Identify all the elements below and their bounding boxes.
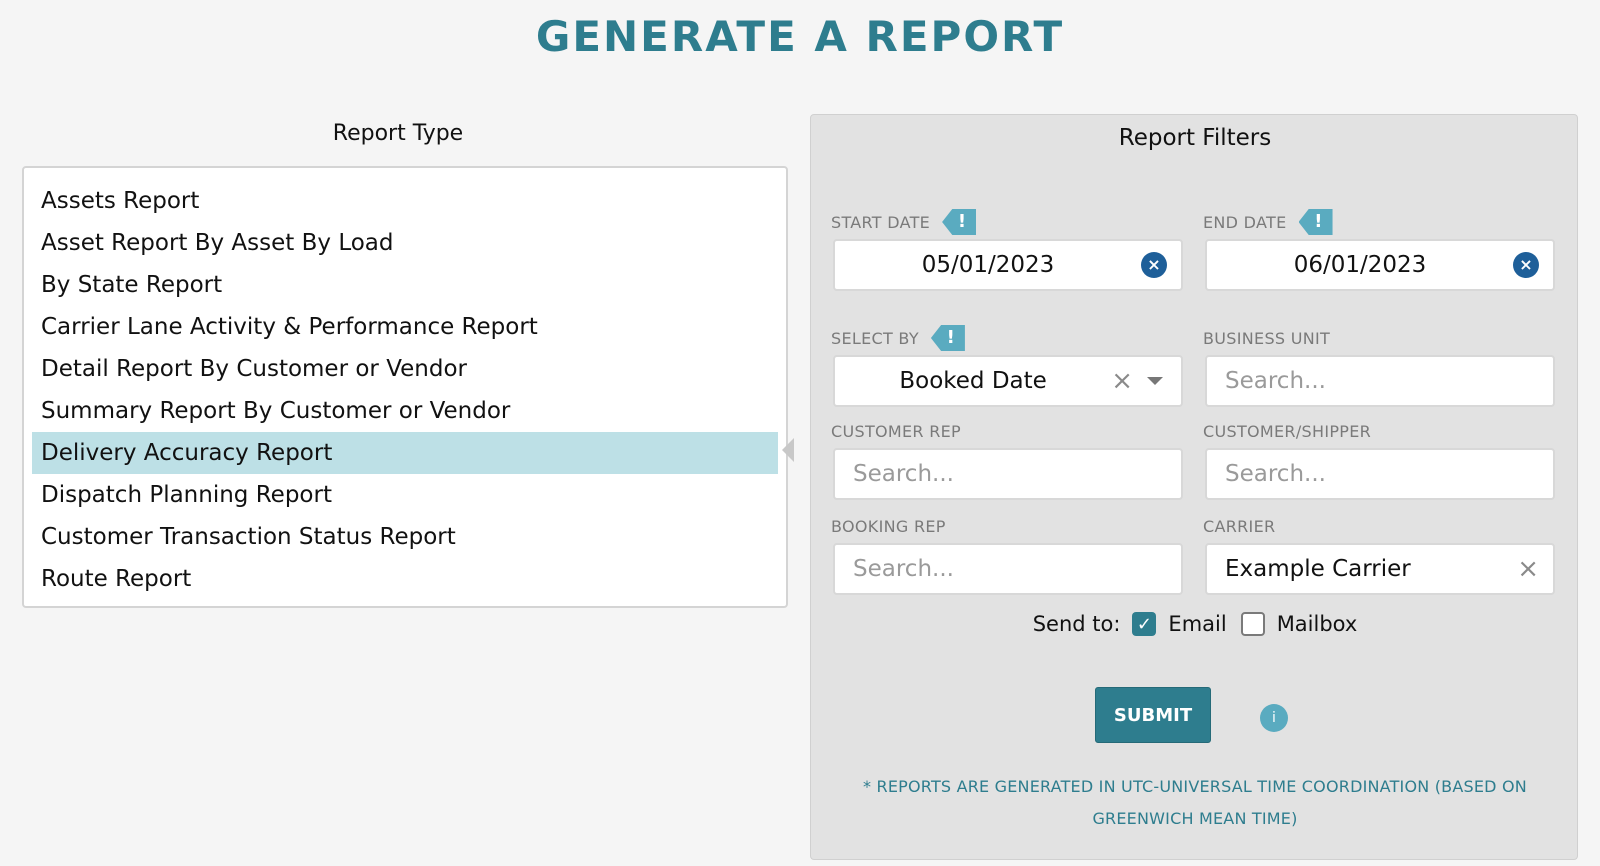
business-unit-label-text: BUSINESS UNIT: [1203, 329, 1331, 348]
send-to-label: Send to:: [1032, 612, 1121, 636]
carrier-label-text: CARRIER: [1203, 517, 1276, 536]
select-by-value: Booked Date: [899, 368, 1047, 394]
selected-pointer-arrow: [782, 438, 794, 462]
booking-rep-label: BOOKING REP: [831, 517, 946, 536]
required-flag-icon: !: [930, 325, 965, 351]
clear-start-date-icon[interactable]: ×: [1141, 252, 1167, 278]
booking-rep-placeholder: Search...: [853, 556, 954, 582]
start-date-label-text: START DATE: [831, 212, 931, 232]
customer-shipper-label: CUSTOMER/SHIPPER: [1203, 422, 1371, 441]
customer-rep-label: CUSTOMER REP: [831, 422, 961, 441]
clear-carrier-icon[interactable]: ×: [1517, 554, 1539, 584]
end-date-field[interactable]: 06/01/2023 ×: [1205, 239, 1555, 291]
submit-button[interactable]: SUBMIT: [1095, 687, 1211, 743]
report-type-heading: Report Type: [332, 121, 464, 146]
select-by-label: SELECT BY !: [831, 325, 965, 351]
report-item-detail-customer-vendor[interactable]: Detail Report By Customer or Vendor: [32, 348, 778, 390]
customer-shipper-label-text: CUSTOMER/SHIPPER: [1203, 422, 1372, 441]
report-item-route[interactable]: Route Report: [32, 558, 778, 600]
required-flag-icon: !: [942, 209, 977, 235]
carrier-label: CARRIER: [1203, 517, 1275, 536]
email-checkbox[interactable]: ✓: [1132, 612, 1157, 636]
report-item-delivery-accuracy[interactable]: Delivery Accuracy Report: [32, 432, 778, 474]
report-item-dispatch-planning[interactable]: Dispatch Planning Report: [32, 474, 778, 516]
report-filters-panel: Report Filters START DATE ! 05/01/2023 ×…: [810, 114, 1578, 860]
filters-heading: Report Filters: [1118, 125, 1272, 151]
utc-note: * REPORTS ARE GENERATED IN UTC-UNIVERSAL…: [863, 777, 1527, 828]
business-unit-label: BUSINESS UNIT: [1203, 329, 1330, 348]
business-unit-search[interactable]: Search...: [1205, 355, 1555, 407]
start-date-label: START DATE !: [831, 209, 977, 235]
report-item-summary-customer-vendor[interactable]: Summary Report By Customer or Vendor: [32, 390, 778, 432]
email-checkbox-label: Email: [1168, 612, 1227, 636]
chevron-down-icon[interactable]: [1147, 377, 1163, 385]
start-date-field[interactable]: 05/01/2023 ×: [833, 239, 1183, 291]
select-by-dropdown[interactable]: Booked Date ×: [833, 355, 1183, 407]
report-type-list: Assets Report Asset Report By Asset By L…: [22, 166, 788, 608]
end-date-label-text: END DATE: [1203, 212, 1287, 232]
customer-rep-label-text: CUSTOMER REP: [831, 422, 961, 441]
mailbox-checkbox[interactable]: [1240, 612, 1265, 636]
end-date-label: END DATE !: [1203, 209, 1333, 235]
booking-rep-search[interactable]: Search...: [833, 543, 1183, 595]
start-date-value: 05/01/2023: [921, 252, 1055, 278]
carrier-value: Example Carrier: [1225, 556, 1411, 582]
clear-end-date-icon[interactable]: ×: [1513, 252, 1539, 278]
clear-select-by-icon[interactable]: ×: [1111, 366, 1133, 396]
page-title: GENERATE A REPORT: [535, 12, 1065, 61]
info-icon[interactable]: i: [1260, 704, 1288, 732]
report-item-carrier-lane[interactable]: Carrier Lane Activity & Performance Repo…: [32, 306, 778, 348]
select-by-label-text: SELECT BY: [831, 328, 919, 348]
mailbox-checkbox-label: Mailbox: [1276, 612, 1358, 636]
customer-shipper-placeholder: Search...: [1225, 461, 1326, 487]
customer-rep-search[interactable]: Search...: [833, 448, 1183, 500]
report-item-by-state[interactable]: By State Report: [32, 264, 778, 306]
required-flag-icon: !: [1298, 209, 1333, 235]
customer-shipper-search[interactable]: Search...: [1205, 448, 1555, 500]
send-to-row: Send to: ✓ Email Mailbox: [811, 612, 1579, 636]
report-item-customer-transaction-status[interactable]: Customer Transaction Status Report: [32, 516, 778, 558]
carrier-field[interactable]: Example Carrier ×: [1205, 543, 1555, 595]
booking-rep-label-text: BOOKING REP: [831, 517, 946, 536]
end-date-value: 06/01/2023: [1293, 252, 1427, 278]
report-item-assets[interactable]: Assets Report: [32, 180, 778, 222]
customer-rep-placeholder: Search...: [853, 461, 954, 487]
business-unit-placeholder: Search...: [1225, 368, 1326, 394]
report-item-asset-by-load[interactable]: Asset Report By Asset By Load: [32, 222, 778, 264]
